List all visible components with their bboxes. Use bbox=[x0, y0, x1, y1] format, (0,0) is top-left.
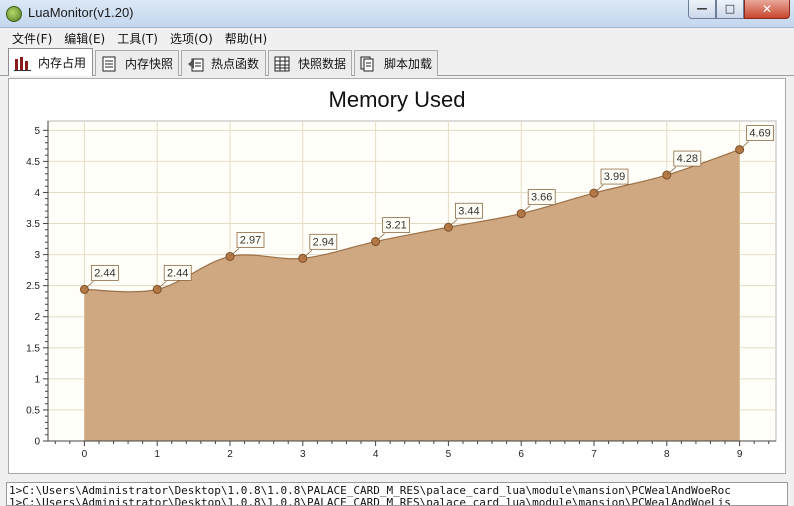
x-tick-label: 9 bbox=[737, 449, 743, 460]
data-label: 3.21 bbox=[385, 220, 406, 232]
tab-script-loading[interactable]: 脚本加载 bbox=[354, 50, 438, 76]
tab-hot-functions[interactable]: 热点函数 bbox=[181, 50, 266, 76]
data-label: 2.97 bbox=[240, 234, 261, 246]
tab-memory-usage[interactable]: 内存占用 bbox=[8, 48, 93, 76]
data-label: 3.99 bbox=[604, 171, 625, 183]
menu-bar: 文件(F) 编辑(E) 工具(T) 选项(O) 帮助(H) bbox=[0, 28, 794, 48]
title-bar: LuaMonitor(v1.20) — □ ✕ bbox=[0, 0, 794, 28]
bar-chart-icon bbox=[14, 55, 32, 71]
menu-file[interactable]: 文件(F) bbox=[6, 28, 58, 48]
y-tick-label: 1 bbox=[34, 374, 40, 385]
y-tick-label: 1.5 bbox=[26, 343, 40, 354]
minimize-button[interactable]: — bbox=[688, 0, 716, 19]
x-tick-label: 8 bbox=[664, 449, 670, 460]
chart-panel: Memory Used 0 0.5 1 1.5 2 2.5 3 3.5 4 4.5 5 0 1 2 3 4 5 6… bbox=[8, 78, 786, 474]
pages-icon bbox=[360, 56, 378, 72]
tab-strip: 内存占用 内存快照 热点函数 快照数据 脚本加载 bbox=[0, 48, 794, 76]
y-tick-label: 5 bbox=[34, 126, 40, 137]
y-tick-label: 3 bbox=[34, 250, 40, 261]
menu-help[interactable]: 帮助(H) bbox=[219, 28, 273, 48]
tab-memory-snapshot[interactable]: 内存快照 bbox=[95, 50, 179, 76]
output-console[interactable]: 1>C:\Users\Administrator\Desktop\1.0.8\1… bbox=[6, 482, 788, 506]
app-icon bbox=[6, 6, 22, 22]
close-icon: ✕ bbox=[761, 2, 773, 16]
x-tick-label: 3 bbox=[300, 449, 306, 460]
x-tick-label: 4 bbox=[373, 449, 379, 460]
maximize-button[interactable]: □ bbox=[716, 0, 744, 19]
grid-icon bbox=[274, 56, 292, 72]
data-label: 3.66 bbox=[531, 192, 552, 204]
y-tick-label: 0.5 bbox=[26, 405, 40, 416]
x-tick-label: 1 bbox=[154, 449, 160, 460]
y-tick-label: 0 bbox=[34, 437, 40, 448]
tab-label: 脚本加载 bbox=[384, 57, 433, 71]
memory-chart: 0 0.5 1 1.5 2 2.5 3 3.5 4 4.5 5 0 1 2 3 4 5 6 7 8 9 2.44 2.44 2… bbox=[26, 120, 777, 460]
x-tick-label: 0 bbox=[82, 449, 88, 460]
data-label: 4.28 bbox=[677, 153, 698, 165]
x-tick-label: 6 bbox=[518, 449, 524, 460]
tab-label: 内存快照 bbox=[125, 57, 174, 71]
x-tick-label: 7 bbox=[591, 449, 597, 460]
console-line: 1>C:\Users\Administrator\Desktop\1.0.8\1… bbox=[9, 496, 731, 506]
tab-label: 快照数据 bbox=[298, 57, 347, 71]
minimize-icon: — bbox=[696, 2, 708, 15]
x-tick-label: 2 bbox=[227, 449, 233, 460]
data-label: 2.44 bbox=[94, 267, 115, 279]
y-tick-label: 2.5 bbox=[26, 281, 40, 292]
window-title: LuaMonitor(v1.20) bbox=[28, 5, 134, 20]
y-tick-label: 2 bbox=[34, 312, 40, 323]
menu-tools[interactable]: 工具(T) bbox=[111, 28, 164, 48]
y-tick-label: 4 bbox=[34, 188, 40, 199]
document-icon bbox=[101, 56, 119, 72]
tab-label: 热点函数 bbox=[211, 57, 260, 71]
data-label: 2.44 bbox=[167, 267, 188, 279]
y-tick-label: 3.5 bbox=[26, 219, 40, 230]
data-label: 2.94 bbox=[313, 236, 334, 248]
hotspot-icon bbox=[187, 56, 205, 72]
maximize-icon: □ bbox=[724, 2, 736, 15]
y-tick-label: 4.5 bbox=[26, 157, 40, 168]
tab-snapshot-data[interactable]: 快照数据 bbox=[268, 50, 352, 76]
close-button[interactable]: ✕ bbox=[744, 0, 790, 19]
x-tick-label: 5 bbox=[446, 449, 452, 460]
tab-label: 内存占用 bbox=[38, 56, 87, 70]
window-controls: — □ ✕ bbox=[688, 0, 790, 20]
data-label: 3.44 bbox=[458, 205, 479, 217]
menu-options[interactable]: 选项(O) bbox=[164, 28, 219, 48]
menu-edit[interactable]: 编辑(E) bbox=[58, 28, 111, 48]
data-label: 4.69 bbox=[749, 128, 770, 140]
